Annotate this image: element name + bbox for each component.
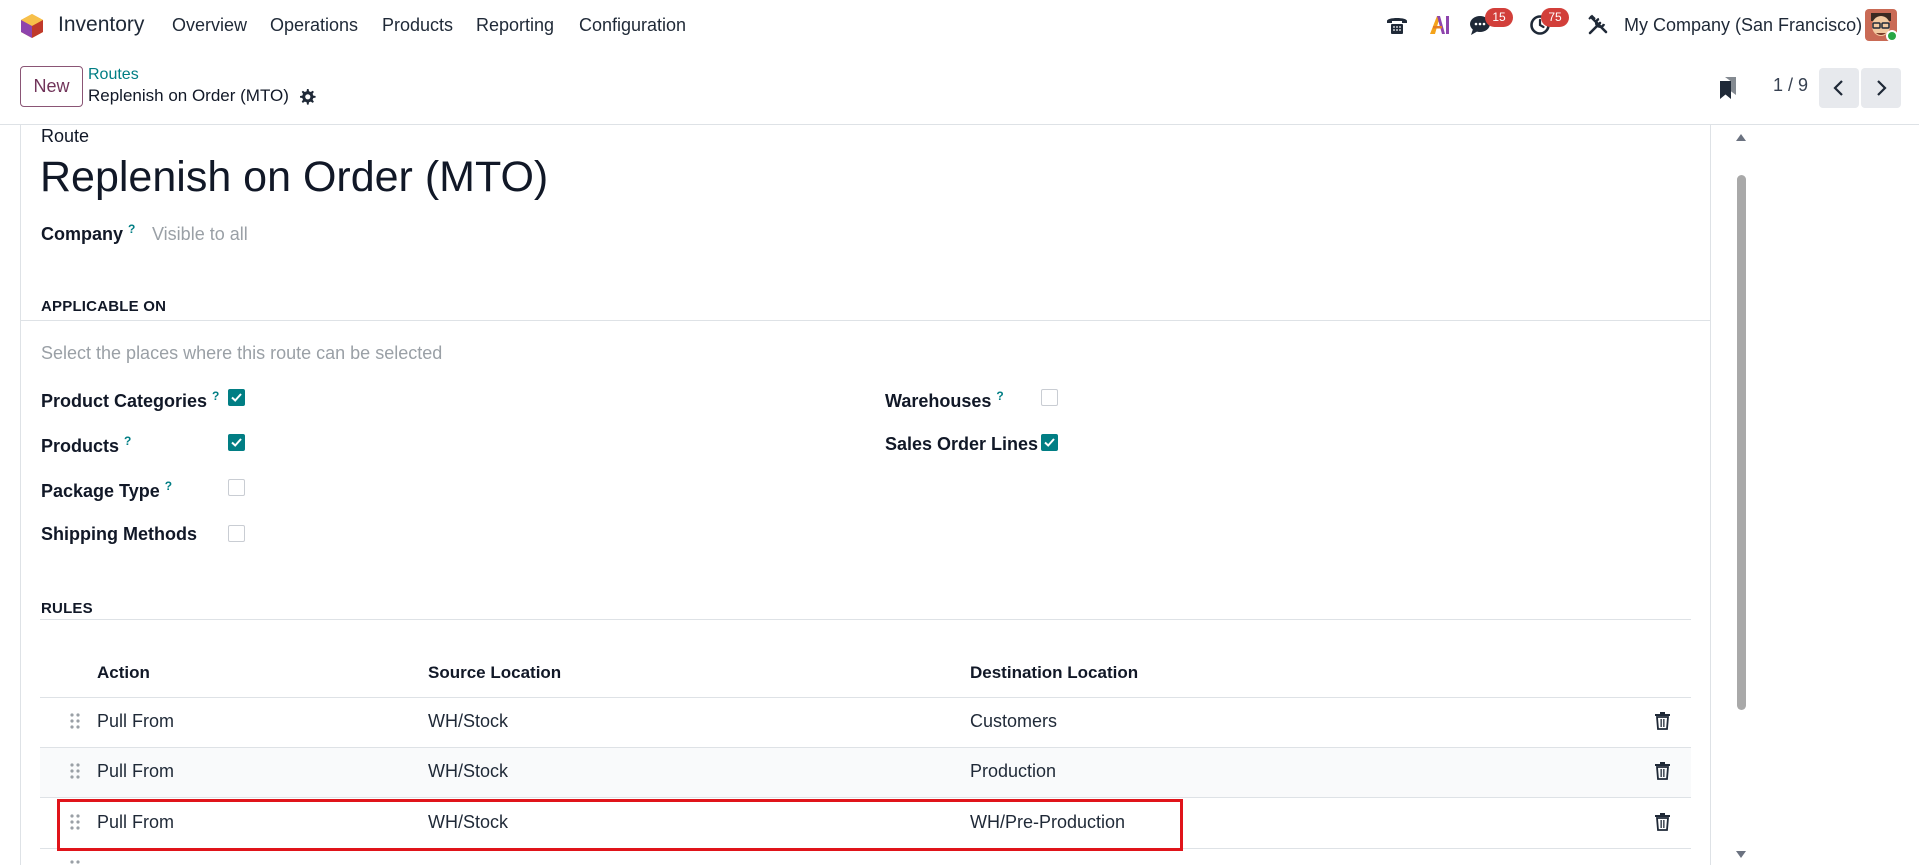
- warehouses-label: Warehouses?: [885, 389, 1004, 411]
- rule-destination-cell[interactable]: Customers: [970, 711, 1057, 732]
- menu-overview[interactable]: Overview: [172, 15, 247, 36]
- product-categories-label: Product Categories?: [41, 389, 220, 411]
- company-field[interactable]: Visible to all: [152, 224, 248, 245]
- rule-destination-cell[interactable]: Production: [970, 761, 1056, 782]
- pager-previous-button[interactable]: [1819, 68, 1859, 108]
- sales-order-lines-label: Sales Order Lines: [885, 434, 1039, 454]
- section-divider: [21, 320, 1711, 321]
- rules-title: RULES: [41, 600, 93, 617]
- drag-handle-icon[interactable]: [69, 712, 81, 730]
- rule-action-cell[interactable]: Pull From: [97, 711, 174, 732]
- phone-icon[interactable]: [1384, 12, 1410, 38]
- scroll-up-arrow-icon[interactable]: [1735, 132, 1747, 142]
- ai-icon[interactable]: [1427, 12, 1453, 38]
- route-label: Route: [41, 126, 90, 146]
- check-icon: [231, 393, 242, 402]
- shipping-methods-checkbox[interactable]: [228, 525, 245, 542]
- rule-action-cell[interactable]: Pull From: [97, 761, 174, 782]
- menu-configuration[interactable]: Configuration: [579, 15, 686, 36]
- rule-source-cell[interactable]: WH/Stock: [428, 761, 508, 782]
- help-tooltip-icon[interactable]: ?: [212, 389, 219, 403]
- rule-source-cell[interactable]: WH/Stock: [428, 711, 508, 732]
- package-type-checkbox[interactable]: [228, 479, 245, 496]
- package-type-label: Package Type?: [41, 479, 173, 501]
- control-panel: New Routes Replenish on Order (MTO) 1 / …: [0, 51, 1919, 125]
- top-navbar: Inventory Overview Operations Products R…: [0, 0, 1919, 51]
- help-tooltip-icon[interactable]: ?: [996, 389, 1003, 403]
- trash-icon[interactable]: [1654, 711, 1671, 730]
- trash-icon[interactable]: [1654, 761, 1671, 780]
- new-button[interactable]: New: [20, 66, 83, 107]
- products-checkbox[interactable]: [228, 434, 245, 451]
- pager-next-button[interactable]: [1861, 68, 1901, 108]
- section-divider: [40, 619, 1691, 620]
- activities-badge: 75: [1541, 8, 1569, 27]
- chevron-left-icon: [1833, 80, 1843, 96]
- table-row[interactable]: [40, 748, 1691, 797]
- bookmark-icon[interactable]: [1716, 75, 1740, 101]
- trash-icon[interactable]: [1654, 812, 1671, 831]
- applicable-on-title: APPLICABLE ON: [41, 298, 167, 315]
- scrollbar-thumb[interactable]: [1737, 175, 1746, 710]
- help-tooltip-icon[interactable]: ?: [128, 222, 135, 236]
- column-header-action[interactable]: Action: [97, 663, 150, 683]
- warehouses-checkbox[interactable]: [1041, 389, 1058, 406]
- scroll-down-arrow-icon[interactable]: [1735, 850, 1747, 860]
- highlight-annotation-box: [57, 799, 1183, 851]
- help-tooltip-icon[interactable]: ?: [124, 434, 131, 448]
- drag-handle-icon[interactable]: [69, 762, 81, 780]
- chevron-right-icon: [1877, 80, 1887, 96]
- products-label: Products?: [41, 434, 132, 456]
- table-row-divider: [40, 797, 1691, 798]
- inventory-app-icon[interactable]: [20, 13, 44, 39]
- table-header-divider: [40, 697, 1691, 698]
- company-label: Company?: [41, 222, 136, 244]
- breadcrumb-current: Replenish on Order (MTO): [88, 86, 289, 105]
- messages-badge: 15: [1485, 8, 1513, 27]
- company-switcher[interactable]: My Company (San Francisco): [1624, 15, 1862, 36]
- tools-icon[interactable]: [1585, 12, 1611, 38]
- pager-value[interactable]: 1 / 9: [1773, 75, 1808, 96]
- sales-order-lines-checkbox[interactable]: [1041, 434, 1058, 451]
- shipping-methods-label: Shipping Methods: [41, 524, 197, 544]
- column-header-source-location[interactable]: Source Location: [428, 663, 561, 683]
- menu-products[interactable]: Products: [382, 15, 453, 36]
- menu-reporting[interactable]: Reporting: [476, 15, 554, 36]
- check-icon: [1044, 438, 1055, 447]
- product-categories-checkbox[interactable]: [228, 389, 245, 406]
- drag-handle-icon[interactable]: [69, 859, 81, 865]
- menu-operations[interactable]: Operations: [270, 15, 358, 36]
- column-header-destination-location[interactable]: Destination Location: [970, 663, 1138, 683]
- app-name[interactable]: Inventory: [58, 13, 144, 37]
- breadcrumb-routes[interactable]: Routes: [88, 66, 139, 84]
- help-tooltip-icon[interactable]: ?: [165, 479, 172, 493]
- online-status-dot: [1886, 30, 1898, 42]
- applicable-on-helper: Select the places where this route can b…: [41, 343, 443, 363]
- gear-icon[interactable]: [297, 87, 317, 107]
- route-name-field[interactable]: Replenish on Order (MTO): [40, 153, 548, 202]
- check-icon: [231, 438, 242, 447]
